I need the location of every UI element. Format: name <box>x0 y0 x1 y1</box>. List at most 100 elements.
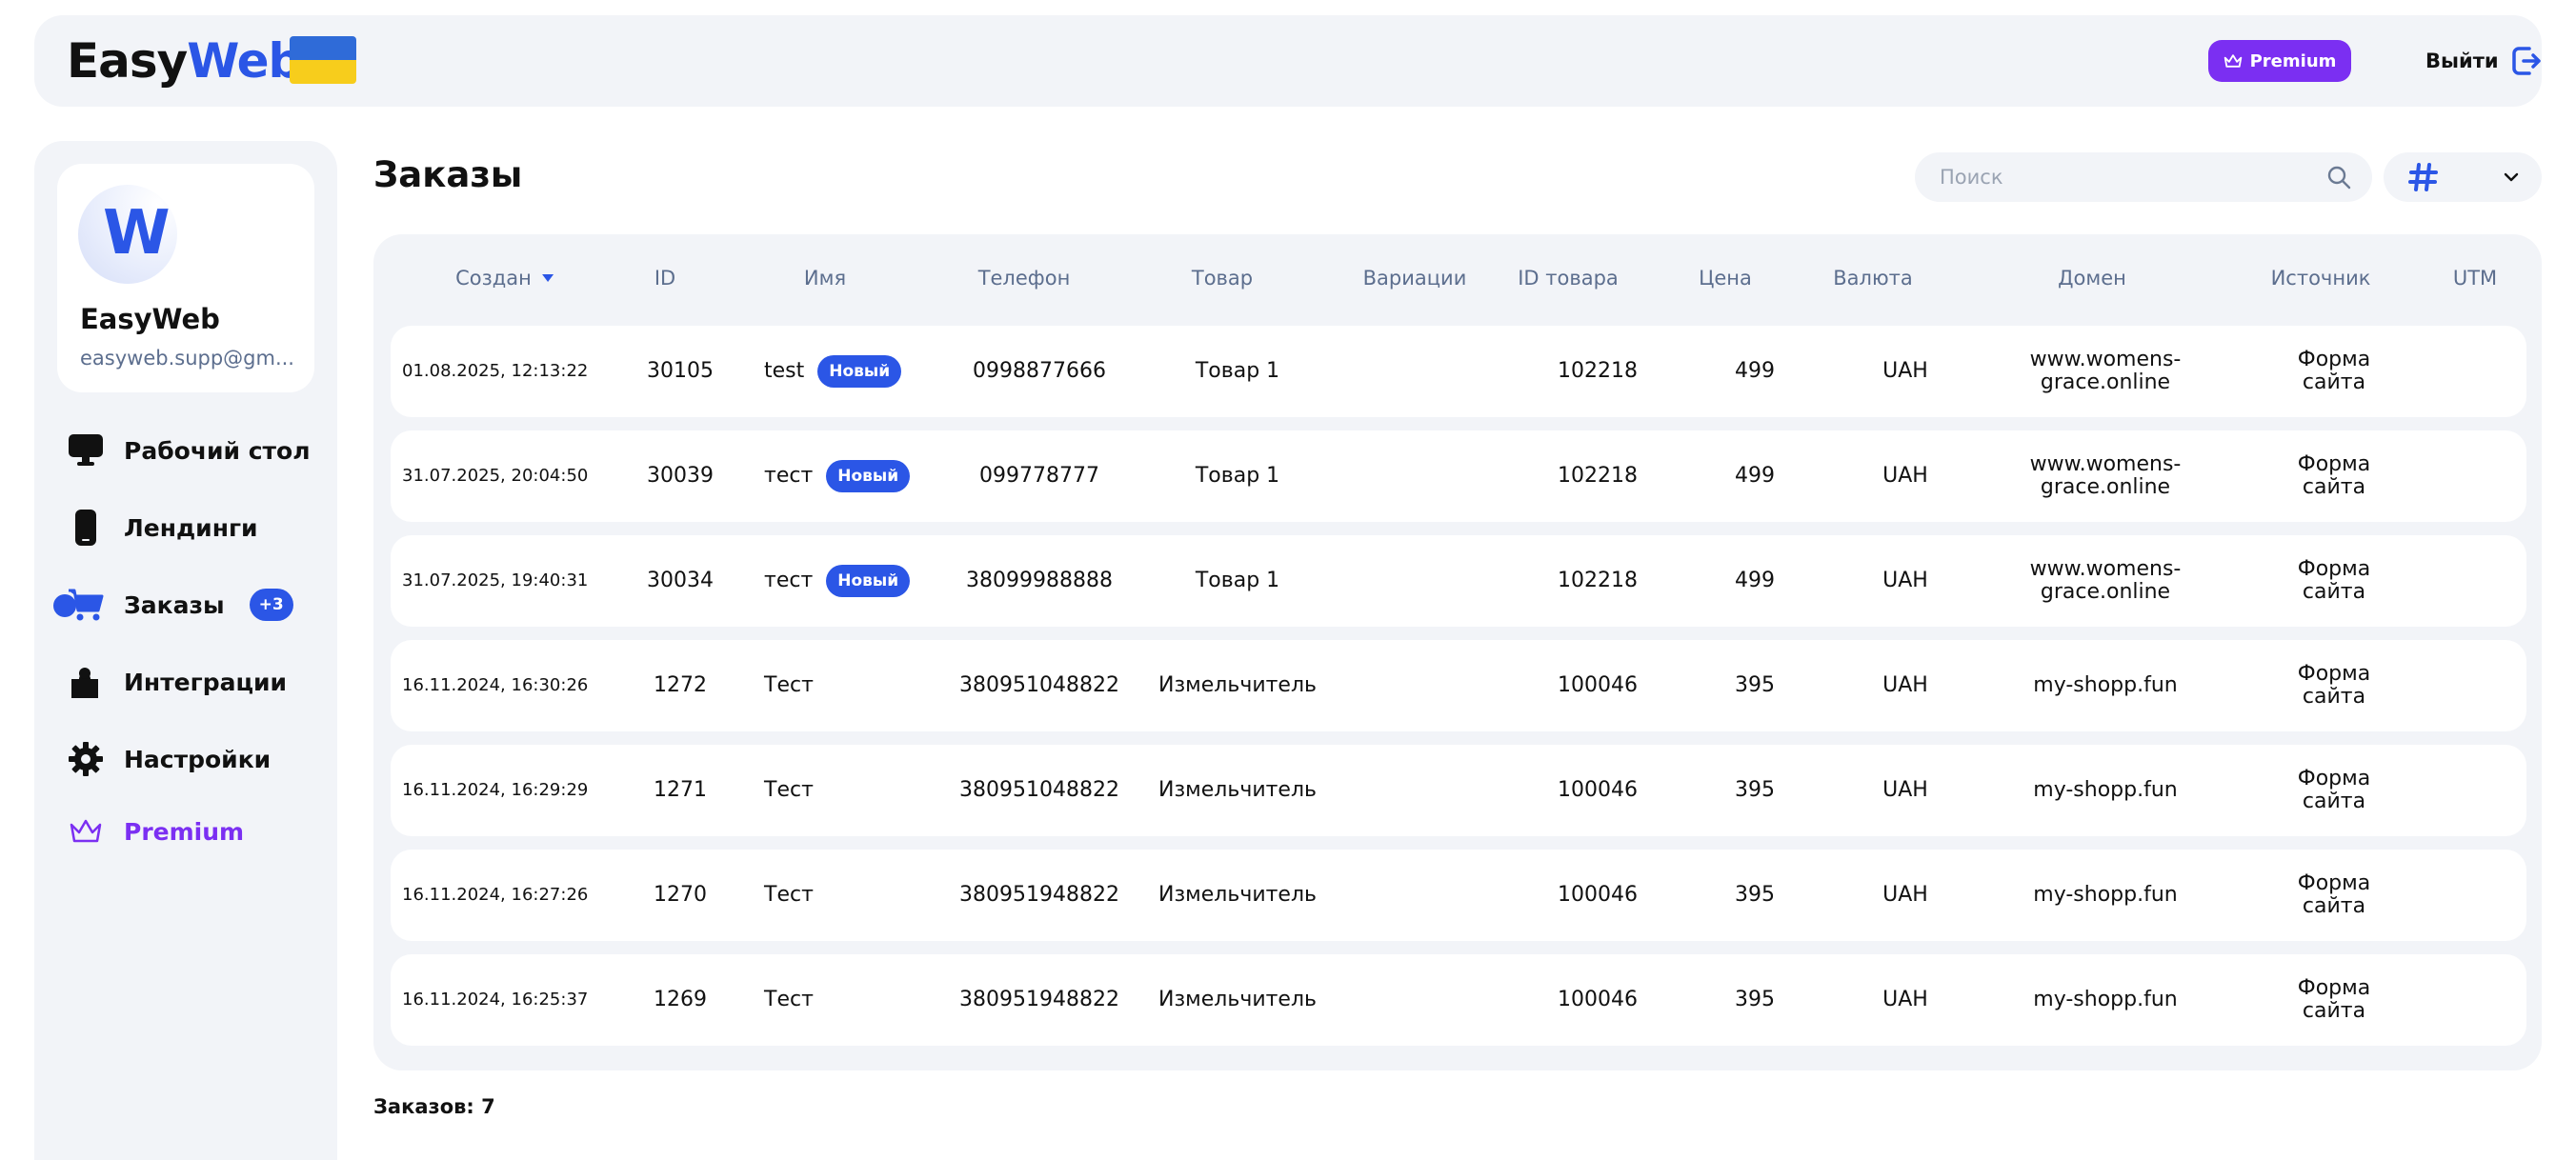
cell-currency: UAH <box>1882 569 1928 592</box>
sidebar-item-settings[interactable]: Настройки <box>67 735 271 783</box>
filter-dropdown[interactable] <box>2384 152 2542 202</box>
domain-line: www.womens- <box>2029 452 2182 476</box>
column-header-id[interactable]: ID <box>654 267 675 290</box>
gear-icon <box>67 740 105 778</box>
cell-phone: 0998877666 <box>973 359 1106 383</box>
customer-name: Тест <box>764 673 814 697</box>
cell-phone: 380951948822 <box>959 988 1119 1011</box>
cell-source: Форма сайта <box>2298 535 2370 627</box>
cell-product: Товар 1 <box>1195 359 1280 383</box>
column-header-currency[interactable]: Валюта <box>1833 267 1912 290</box>
source-line: сайта <box>2302 999 2366 1023</box>
crown-icon <box>2224 54 2242 68</box>
source-line: сайта <box>2302 475 2366 499</box>
sidebar-item-label: Лендинги <box>124 513 258 542</box>
status-badge: Новый <box>826 460 911 492</box>
table-row[interactable]: 16.11.2024, 16:29:29 1271 Тест 380951048… <box>391 745 2526 836</box>
column-header-name[interactable]: Имя <box>804 267 846 290</box>
sidebar-item-orders[interactable]: Заказы +3 <box>53 581 293 629</box>
cell-source: Форма сайта <box>2298 430 2370 522</box>
logo-text-web: Web <box>187 33 302 89</box>
sidebar-item-integrations[interactable]: Интеграции <box>67 658 287 706</box>
cell-phone: 099778777 <box>979 464 1099 488</box>
phone-icon <box>67 509 105 547</box>
column-header-domain[interactable]: Домен <box>2058 267 2126 290</box>
logout-button[interactable]: Выйти <box>2425 40 2543 82</box>
status-badge: Новый <box>817 355 902 388</box>
column-header-variations[interactable]: Вариации <box>1363 267 1467 290</box>
table-row[interactable]: 16.11.2024, 16:30:26 1272 Тест 380951048… <box>391 640 2526 731</box>
source-line: Форма <box>2297 976 2371 1000</box>
cell-id: 1271 <box>654 778 707 802</box>
table-row[interactable]: 31.07.2025, 20:04:50 30039 тест Новый 09… <box>391 430 2526 522</box>
cell-domain: my-shopp.fun <box>2033 988 2178 1011</box>
customer-name: Тест <box>764 988 814 1011</box>
column-header-source[interactable]: Источник <box>2271 267 2371 290</box>
cell-currency: UAH <box>1882 778 1928 802</box>
profile-card[interactable]: W EasyWeb easyweb.supp@gm... <box>57 164 314 392</box>
cell-product-id: 100046 <box>1558 778 1638 802</box>
column-header-utm[interactable]: UTM <box>2453 267 2497 290</box>
table-row[interactable]: 16.11.2024, 16:27:26 1270 Тест 380951948… <box>391 850 2526 941</box>
top-bar: EasyWeb Premium Выйти <box>34 15 2542 107</box>
profile-name: EasyWeb <box>80 303 220 335</box>
cell-product: Товар 1 <box>1195 569 1280 592</box>
domain-line: grace.online <box>2040 475 2171 499</box>
sort-desc-icon[interactable] <box>541 273 554 283</box>
column-header-product-id[interactable]: ID товара <box>1518 267 1619 290</box>
column-header-phone[interactable]: Телефон <box>978 267 1071 290</box>
cell-id: 1270 <box>654 883 707 907</box>
table-row[interactable]: 16.11.2024, 16:25:37 1269 Тест 380951948… <box>391 954 2526 1046</box>
cell-price: 395 <box>1735 673 1775 697</box>
cell-price: 499 <box>1735 359 1775 383</box>
cell-product: Измельчитель <box>1158 778 1317 802</box>
active-indicator <box>53 594 76 617</box>
cell-name: Тест <box>764 640 814 731</box>
avatar: W <box>78 185 177 284</box>
cell-source: Форма сайта <box>2298 326 2370 417</box>
source-line: Форма <box>2297 452 2371 476</box>
domain-line: www.womens- <box>2029 557 2182 581</box>
premium-button[interactable]: Premium <box>2208 40 2351 82</box>
logo[interactable]: EasyWeb <box>67 32 302 90</box>
sidebar-item-landings[interactable]: Лендинги <box>67 504 258 551</box>
sidebar-item-premium[interactable]: Premium <box>67 808 244 855</box>
source-line: сайта <box>2302 685 2366 709</box>
search-box[interactable] <box>1915 152 2372 202</box>
cell-domain: my-shopp.fun <box>2033 673 2178 697</box>
cell-name: Тест <box>764 954 814 1046</box>
cell-price: 395 <box>1735 883 1775 907</box>
puzzle-icon <box>67 663 105 701</box>
table-row[interactable]: 01.08.2025, 12:13:22 30105 test Новый 09… <box>391 326 2526 417</box>
source-line: Форма <box>2297 767 2371 790</box>
search-input[interactable] <box>1915 152 2372 202</box>
sidebar-item-dashboard[interactable]: Рабочий стол <box>67 427 311 474</box>
cell-currency: UAH <box>1882 883 1928 907</box>
column-header-product[interactable]: Товар <box>1192 267 1253 290</box>
cell-currency: UAH <box>1882 988 1928 1011</box>
cell-product-id: 102218 <box>1558 359 1638 383</box>
cell-product-id: 102218 <box>1558 569 1638 592</box>
cell-product-id: 100046 <box>1558 988 1638 1011</box>
source-line: сайта <box>2302 894 2366 918</box>
domain-line: grace.online <box>2040 580 2171 604</box>
cell-phone: 380951948822 <box>959 883 1119 907</box>
domain-line: grace.online <box>2040 370 2171 394</box>
sidebar: W EasyWeb easyweb.supp@gm... Рабочий сто… <box>34 141 337 1160</box>
cell-created: 31.07.2025, 20:04:50 <box>402 466 589 486</box>
avatar-letter: W <box>103 198 171 269</box>
profile-email: easyweb.supp@gm... <box>80 347 294 370</box>
column-header-price[interactable]: Цена <box>1699 267 1752 290</box>
sidebar-item-label: Интеграции <box>124 668 288 696</box>
search-icon[interactable] <box>2326 165 2351 190</box>
premium-button-label: Premium <box>2249 50 2337 71</box>
table-row[interactable]: 31.07.2025, 19:40:31 30034 тест Новый 38… <box>391 535 2526 627</box>
column-header-created[interactable]: Создан <box>455 267 554 290</box>
cell-currency: UAH <box>1882 673 1928 697</box>
ukraine-flag-icon <box>290 36 356 84</box>
cell-product: Измельчитель <box>1158 883 1317 907</box>
orders-total: Заказов: 7 <box>373 1095 495 1118</box>
cell-source: Форма сайта <box>2298 954 2370 1046</box>
customer-name: Тест <box>764 778 814 802</box>
sidebar-item-label: Рабочий стол <box>124 436 311 465</box>
